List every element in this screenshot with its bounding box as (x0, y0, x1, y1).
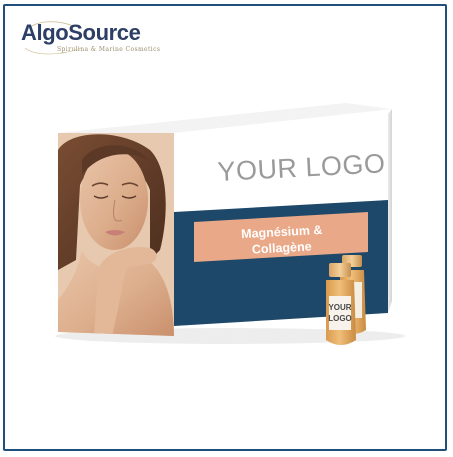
product-scene: YOUR LOGO Magnésium & Collagène YOUR LOG… (55, 103, 405, 345)
vial-label-line1: YOUR (328, 303, 351, 312)
woman-photo (58, 133, 174, 336)
vial-label-line2: LOGO (328, 314, 352, 323)
box-side-face (388, 109, 392, 313)
